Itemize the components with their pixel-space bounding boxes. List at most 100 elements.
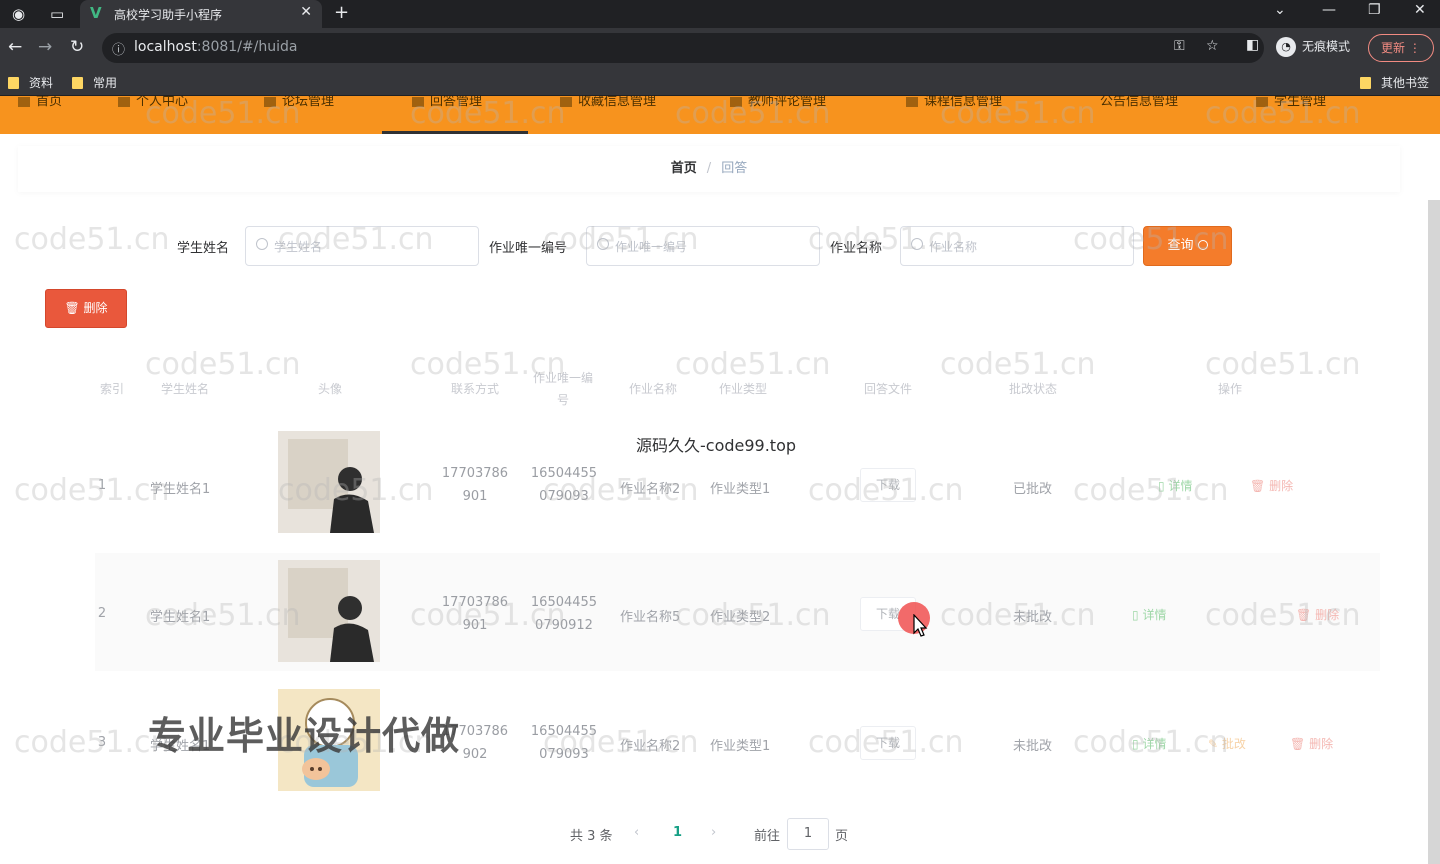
delete-button[interactable]: 🗑 删除	[1290, 735, 1333, 752]
page-scrollbar[interactable]	[1428, 200, 1440, 864]
vue-logo-icon: V	[90, 4, 102, 22]
bookmark-folder-changyong[interactable]: 常用	[72, 74, 117, 91]
th-answer-file: 回答文件	[863, 382, 912, 396]
batch-delete-button[interactable]: 🗑 删除	[45, 289, 127, 328]
reload-icon[interactable]: ↻	[70, 37, 84, 57]
nav-item-courses[interactable]: 课程信息管理	[906, 96, 1002, 109]
next-page-button[interactable]: ›	[711, 825, 716, 840]
trash-icon: 🗑	[1250, 479, 1266, 493]
bookmark-folder-other[interactable]: 其他书签	[1360, 74, 1429, 91]
update-button[interactable]: 更新 ⋮	[1368, 34, 1434, 62]
watermark: code51.cn	[1205, 347, 1361, 382]
query-button[interactable]: 查询	[1143, 226, 1232, 266]
search-icon	[911, 238, 923, 250]
watermark: code51.cn	[14, 222, 170, 257]
download-button[interactable]: 下载	[860, 726, 916, 760]
delete-button[interactable]: 🗑 删除	[1296, 606, 1339, 623]
page-number-current[interactable]: 1	[673, 825, 682, 840]
back-icon[interactable]: ←	[8, 37, 22, 57]
cell-index: 3	[97, 735, 107, 750]
new-tab-icon[interactable]: +	[334, 2, 349, 23]
doc-icon: ▯	[1132, 608, 1139, 622]
bookmarks-bar: 资料 常用 其他书签	[0, 68, 1440, 96]
nav-item-home[interactable]: 首页	[18, 96, 62, 109]
download-button[interactable]: 下载	[860, 468, 916, 502]
goto-page-input[interactable]: 1	[787, 818, 829, 850]
homework-name-input[interactable]	[929, 236, 1109, 258]
search-icon	[256, 238, 268, 250]
url-text[interactable]: localhost:8081/#/huida	[134, 39, 297, 55]
nav-item-teacher-comments[interactable]: 教师评论管理	[730, 96, 826, 109]
breadcrumb-separator: /	[706, 161, 712, 176]
cell-homework-type: 作业类型2	[710, 610, 771, 625]
trash-icon: 🗑	[1290, 737, 1306, 751]
folder-icon	[8, 77, 19, 89]
cell-student-name: 学生姓名1	[150, 482, 211, 497]
doc-icon: ▯	[1132, 737, 1139, 751]
trash-icon: 🗑	[1296, 608, 1312, 622]
site-info-icon[interactable]: ⓘ	[112, 39, 125, 58]
cell-homework-id: 16504455 0790912	[530, 595, 598, 633]
th-contact: 联系方式	[450, 382, 499, 396]
doc-icon: ▯	[1158, 479, 1165, 493]
trash-icon: 🗑	[64, 301, 80, 315]
folder-icon	[72, 77, 83, 89]
nav-item-profile[interactable]: 个人中心	[118, 96, 188, 109]
cell-index: 2	[97, 606, 107, 621]
status-badge: 已批改	[1013, 482, 1053, 497]
bookmark-folder-ziliao[interactable]: 资料	[8, 74, 53, 91]
nav-item-favorites[interactable]: 收藏信息管理	[560, 96, 656, 109]
nav-item-students[interactable]: 学生管理	[1256, 96, 1326, 109]
cell-homework-type: 作业类型1	[710, 482, 771, 497]
url-bar[interactable]: ⓘ localhost:8081/#/huida ⚿ ☆	[102, 33, 1264, 63]
sidepanel-icon[interactable]: ◧	[1246, 37, 1259, 53]
edit-icon: ✎	[1208, 737, 1219, 751]
globe-icon[interactable]: ◉	[12, 5, 25, 23]
pagination-total: 共 3 条	[570, 829, 613, 844]
browser-tab[interactable]: V 高校学习助手小程序 ✕	[80, 0, 322, 28]
homework-name-label: 作业名称	[830, 241, 883, 256]
cell-homework-id: 16504455 079093	[530, 466, 598, 504]
nav-item-answers[interactable]: 回答管理	[412, 96, 482, 109]
address-toolbar: ← → ↻ ⓘ localhost:8081/#/huida ⚿ ☆ ◧ ◔ 无痕…	[0, 28, 1440, 68]
breadcrumb: 首页 / 回答	[18, 146, 1400, 192]
restore-icon[interactable]: ❐	[1368, 2, 1381, 18]
homework-id-input[interactable]	[615, 236, 795, 258]
cell-contact: 17703786 901	[441, 595, 509, 633]
detail-button[interactable]: ▯ 详情	[1132, 606, 1166, 623]
status-badge: 未批改	[1013, 610, 1053, 625]
mouse-pointer-icon	[913, 614, 928, 637]
folder-icon	[1360, 77, 1371, 89]
cell-homework-name: 作业名称2	[620, 739, 681, 754]
breadcrumb-home[interactable]: 首页	[671, 161, 697, 176]
incognito-indicator[interactable]: ◔ 无痕模式	[1276, 37, 1350, 57]
key-icon[interactable]: ⚿	[1174, 38, 1185, 54]
window-close-icon[interactable]: ✕	[1414, 2, 1426, 18]
nav-active-indicator	[382, 131, 528, 134]
bookmark-star-icon[interactable]: ☆	[1206, 38, 1219, 54]
overlay-ad-text: 专业毕业设计代做	[148, 714, 461, 758]
delete-button[interactable]: 🗑 删除	[1250, 477, 1293, 494]
breadcrumb-current: 回答	[721, 161, 748, 176]
tab-search-icon[interactable]: ⌄	[1274, 2, 1286, 18]
homework-id-field[interactable]	[586, 226, 820, 266]
nav-item-forum[interactable]: 论坛管理	[264, 96, 334, 109]
forward-icon[interactable]: →	[38, 37, 52, 57]
prev-page-button[interactable]: ‹	[634, 825, 639, 840]
detail-button[interactable]: ▯ 详情	[1158, 477, 1192, 494]
watermark: code51.cn	[145, 347, 301, 382]
nav-item-notices[interactable]: 公告信息管理	[1100, 96, 1178, 109]
cell-homework-type: 作业类型1	[710, 739, 771, 754]
cell-homework-name: 作业名称5	[620, 610, 681, 625]
window-icon[interactable]: ▭	[50, 5, 64, 23]
overlay-source-text: 源码久久-code99.top	[636, 436, 797, 455]
homework-name-field[interactable]	[900, 226, 1134, 266]
detail-button[interactable]: ▯ 详情	[1132, 735, 1166, 752]
avatar	[278, 560, 380, 662]
student-name-field[interactable]	[245, 226, 479, 266]
minimize-icon[interactable]: —	[1322, 2, 1336, 18]
tab-close-icon[interactable]: ✕	[300, 4, 312, 20]
grade-button[interactable]: ✎ 批改	[1208, 735, 1246, 752]
student-name-input[interactable]	[274, 236, 454, 258]
cell-homework-name: 作业名称2	[620, 482, 681, 497]
